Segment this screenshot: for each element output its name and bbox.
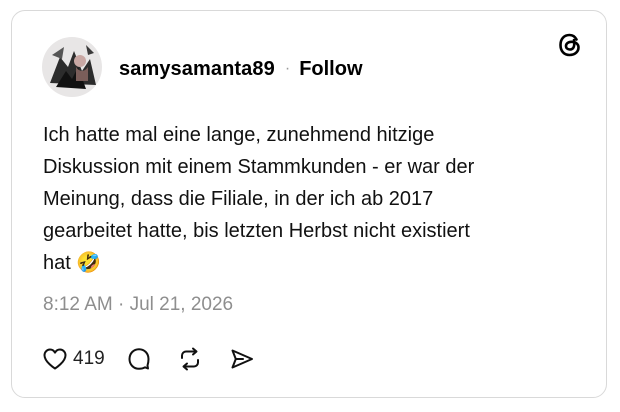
reply-button[interactable] — [127, 347, 151, 371]
username[interactable]: samysamanta89 — [119, 58, 275, 81]
like-button[interactable]: 419 — [42, 347, 127, 371]
avatar[interactable] — [42, 37, 102, 97]
repost-button[interactable] — [177, 347, 203, 371]
send-icon — [231, 349, 253, 369]
post-text-line: Meinung, dass die Filiale, in der ich ab… — [43, 188, 434, 210]
post-text-line: hat 🤣 — [43, 252, 102, 274]
share-button[interactable] — [229, 347, 255, 371]
post-text: Ich hatte mal eine lange, zunehmend hitz… — [43, 119, 563, 279]
threads-logo-icon[interactable] — [555, 30, 585, 60]
post-text-line: Ich hatte mal eine lange, zunehmend hitz… — [43, 124, 435, 146]
post-text-line: Diskussion mit einem Stammkunden - er wa… — [43, 156, 475, 178]
post-text-line: gearbeitet hatte, bis letzten Herbst nic… — [43, 220, 470, 242]
like-count: 419 — [73, 348, 105, 369]
repost-icon — [180, 347, 199, 371]
heart-icon — [43, 348, 67, 370]
post-header: samysamanta89 · Follow — [119, 56, 363, 82]
action-bar: 419 — [42, 346, 281, 372]
follow-button[interactable]: Follow — [299, 58, 362, 81]
post-timestamp[interactable]: 8:12 AM · Jul 21, 2026 — [43, 294, 233, 316]
threads-post-card: samysamanta89 · Follow Ich hatte mal ein… — [11, 10, 607, 398]
comment-icon — [128, 348, 150, 370]
separator-dot: · — [284, 60, 291, 77]
